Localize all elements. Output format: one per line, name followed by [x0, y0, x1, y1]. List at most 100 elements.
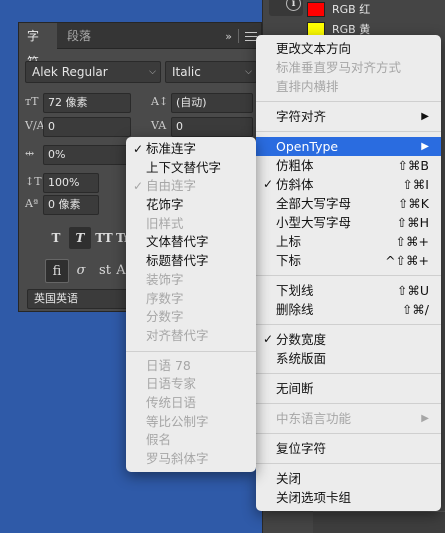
main_menu-item[interactable]: ✓ 分数宽度: [256, 330, 441, 349]
main_menu-item[interactable]: 更改文本方向: [256, 39, 441, 58]
main_menu-item-label: 小型大写字母: [276, 215, 352, 230]
font-style-dropdown[interactable]: Italic ⌵: [165, 61, 257, 83]
sub_menu-item-label: 上下文替代字: [146, 159, 222, 175]
main_menu-item[interactable]: ✓ 仿斜体 ⇧⌘I: [256, 175, 441, 194]
main_menu-item-label: 复位字符: [276, 441, 327, 456]
panel-tabbar: 字符 段落 »: [19, 23, 261, 69]
main_menu-item-label: 仿斜体: [276, 177, 314, 192]
menu-separator: [256, 131, 441, 132]
font-size-value: 72 像素: [48, 96, 88, 109]
scale-value: 0%: [48, 148, 66, 161]
main_menu-item[interactable]: 仿粗体 ⇧⌘B: [256, 156, 441, 175]
menu-separator: [256, 324, 441, 325]
small-caps-button[interactable]: Tr: [116, 227, 126, 249]
tracking-value: 0: [176, 120, 183, 133]
main_menu-item-label: 全部大写字母: [276, 196, 352, 211]
main_menu-item-label: OpenType: [276, 139, 339, 154]
leading-value: (自动): [176, 96, 207, 109]
main_menu-item-label: 直排内横排: [276, 79, 339, 94]
swash-button[interactable]: A: [116, 259, 126, 283]
main_menu-item[interactable]: 小型大写字母 ⇧⌘H: [256, 213, 441, 232]
main_menu-item-label: 下标: [276, 253, 302, 268]
shortcut-label: ⇧⌘+: [395, 234, 429, 249]
sub_menu-item-label: 标题替代字: [146, 253, 209, 269]
main_menu-item-label: 关闭选项卡组: [276, 490, 352, 505]
swatch-label: RGB 红: [332, 3, 371, 16]
ligatures-button[interactable]: fi: [45, 259, 69, 283]
sub_menu-item: 假名: [126, 431, 256, 450]
scale-icon: ⇹: [25, 147, 35, 160]
vertical-scale-value: 100%: [48, 176, 80, 189]
tracking-field[interactable]: 0: [171, 117, 253, 137]
swatch-row-red[interactable]: RGB 红: [307, 0, 370, 18]
font-family-dropdown[interactable]: Alek Regular ⌵: [25, 61, 161, 83]
submenu-arrow-icon: ▶: [421, 111, 429, 122]
scale-field[interactable]: 0%: [43, 145, 131, 165]
sub_menu-item: 序数字: [126, 290, 256, 309]
kerning-field[interactable]: 0: [43, 117, 131, 137]
checkmark-icon: ✓: [133, 179, 144, 194]
sub_menu-item-label: 罗马斜体字: [146, 451, 209, 466]
swatch-color: [307, 1, 325, 17]
swatch-panel-footer: [313, 511, 445, 533]
shortcut-label: ⇧⌘U: [396, 283, 429, 298]
sub_menu-item: 对齐替代字: [126, 327, 256, 346]
main_menu-item[interactable]: 下划线 ⇧⌘U: [256, 281, 441, 300]
sub_menu-item[interactable]: 花饰字: [126, 196, 256, 215]
main_menu-item[interactable]: 关闭: [256, 469, 441, 488]
font-size-field[interactable]: 72 像素: [43, 93, 131, 113]
sub_menu-item: 等比公制字: [126, 413, 256, 432]
main_menu-item[interactable]: 删除线 ⇧⌘/: [256, 300, 441, 319]
sub_menu-item-label: 假名: [146, 432, 172, 448]
sub_menu-item[interactable]: ✓ 标准连字: [126, 140, 256, 159]
main_menu-item[interactable]: 下标 ^⇧⌘+: [256, 251, 441, 270]
main_menu-item-label: 标准垂直罗马对齐方式: [276, 60, 402, 75]
vertical-scale-field[interactable]: 100%: [43, 173, 99, 193]
checkmark-icon: ✓: [263, 177, 274, 191]
faux-italic-button[interactable]: T: [69, 227, 91, 249]
sub_menu-item-label: 分数字: [146, 309, 184, 325]
main_menu-item-label: 中东语言功能: [276, 411, 352, 426]
baseline-shift-icon: Aª: [25, 197, 39, 210]
sub_menu-item[interactable]: 标题替代字: [126, 252, 256, 271]
sub_menu-item[interactable]: 上下文替代字: [126, 159, 256, 178]
tracking-icon: VA: [151, 119, 167, 132]
tab-character[interactable]: 字符: [19, 23, 57, 69]
sub_menu-item: 旧样式: [126, 215, 256, 234]
leading-icon: A↕: [151, 95, 169, 108]
sub_menu-item-label: 传统日语: [146, 394, 197, 410]
kerning-icon: V/A: [25, 119, 45, 132]
discretionary-ligatures-button[interactable]: st: [93, 259, 117, 283]
sub_menu-item-label: 对齐替代字: [146, 327, 209, 343]
main_menu-item[interactable]: OpenType ▶: [256, 137, 441, 156]
main_menu-item[interactable]: 关闭选项卡组: [256, 488, 441, 507]
main_menu-item: 直排内横排: [256, 77, 441, 96]
checkmark-icon: ✓: [133, 142, 144, 156]
main_menu-item-label: 字符对齐: [276, 109, 327, 124]
kerning-value: 0: [48, 120, 55, 133]
sub_menu-item-label: 标准连字: [146, 141, 197, 156]
main_menu-item: 中东语言功能 ▶: [256, 409, 441, 428]
alternates-button[interactable]: σ: [69, 259, 93, 283]
info-icon: i: [286, 0, 301, 11]
main_menu-item[interactable]: 无间断: [256, 379, 441, 398]
sub_menu-item: 日语 78: [126, 357, 256, 376]
tab-paragraph[interactable]: 段落: [59, 23, 99, 49]
info-button[interactable]: i: [269, 0, 303, 16]
language-value: 英国英语: [34, 292, 78, 305]
main_menu-item[interactable]: 全部大写字母 ⇧⌘K: [256, 194, 441, 213]
main_menu-item[interactable]: 字符对齐 ▶: [256, 107, 441, 126]
faux-bold-button[interactable]: T: [45, 227, 67, 249]
shortcut-label: ⇧⌘K: [397, 196, 429, 211]
checkmark-icon: ✓: [263, 332, 274, 346]
sub_menu-item[interactable]: 文体替代字: [126, 233, 256, 252]
main_menu-item[interactable]: 系统版面: [256, 349, 441, 368]
main_menu-item[interactable]: 上标 ⇧⌘+: [256, 232, 441, 251]
baseline-shift-field[interactable]: 0 像素: [43, 195, 99, 215]
menu-separator: [256, 275, 441, 276]
leading-field[interactable]: (自动): [171, 93, 253, 113]
main_menu-item[interactable]: 复位字符: [256, 439, 441, 458]
all-caps-button[interactable]: TT: [93, 227, 115, 249]
collapse-icon[interactable]: »: [225, 30, 232, 43]
sub_menu-item: 传统日语: [126, 394, 256, 413]
